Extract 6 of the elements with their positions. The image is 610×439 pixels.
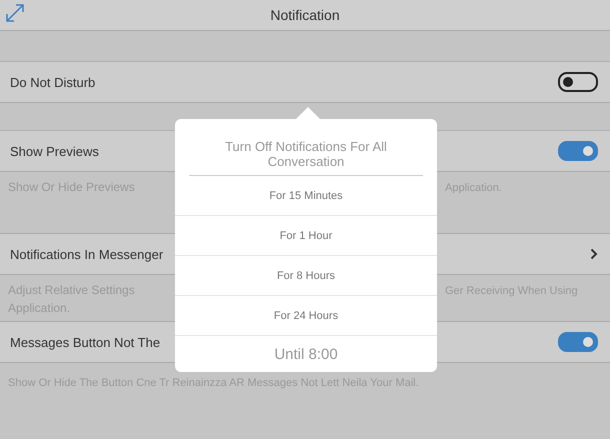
row-label: Notifications In Messenger <box>10 246 164 262</box>
page-title: Notification <box>270 7 340 23</box>
popover-title: Turn Off Notifications For All Conversation <box>189 119 423 176</box>
row-label: Messages Button Not The <box>10 334 160 350</box>
row-label: Do Not Disturb <box>10 74 96 90</box>
row-label: Show Previews <box>10 144 99 158</box>
